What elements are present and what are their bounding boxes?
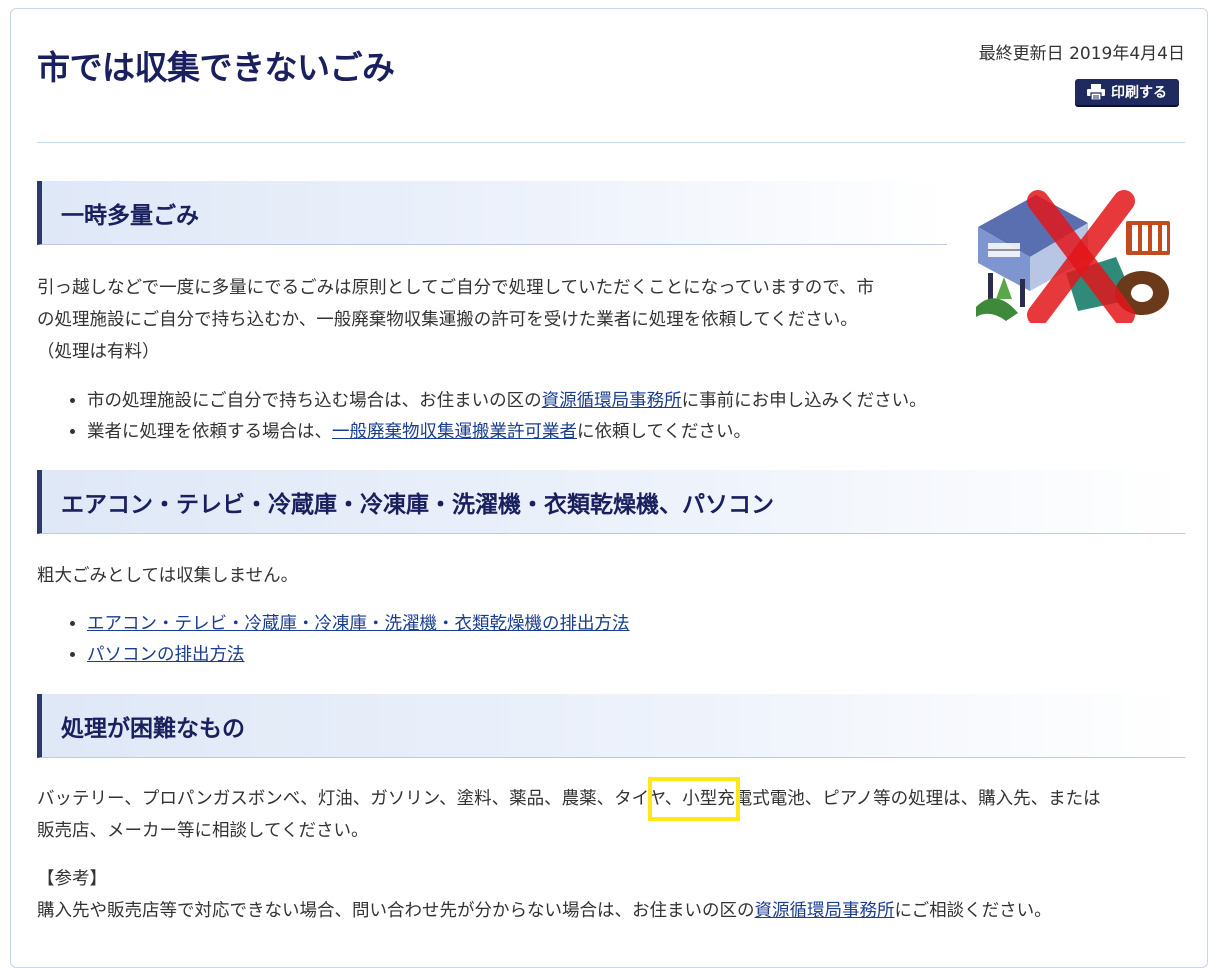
section-heading-appliances: エアコン・テレビ・冷蔵庫・冷凍庫・洗濯機・衣類乾燥機、パソコン — [37, 470, 1185, 534]
last-updated: 最終更新日 2019年4月4日 — [978, 44, 1185, 64]
paragraph-line: 引っ越しなどで一度に多量にでるごみは原則としてご自分で処理していただくことになっ… — [37, 278, 875, 298]
print-label: 印刷する — [1111, 85, 1167, 101]
paragraph-line: 販売店、メーカー等に相談してください。 — [37, 821, 369, 841]
appliances-list: エアコン・テレビ・冷蔵庫・冷凍庫・洗濯機・衣類乾燥機の排出方法 パソコンの排出方… — [37, 609, 630, 671]
list-item-text: 業者に処理を依頼する場合は、 — [87, 422, 332, 442]
section-heading-text: 一時多量ごみ — [61, 202, 199, 229]
section-heading-bulk-waste: 一時多量ごみ — [37, 181, 947, 245]
paragraph-text: 購入先や販売店等で対応できない場合、問い合わせ先が分からない場合は、お住まいの区… — [37, 901, 755, 921]
highlight-box — [648, 777, 740, 821]
list-item: 市の処理施設にご自分で持ち込む場合は、お住まいの区の資源循環局事務所に事前にお申… — [87, 386, 927, 417]
list-item: 業者に処理を依頼する場合は、一般廃棄物収集運搬業許可業者に依頼してください。 — [87, 417, 927, 448]
paragraph-text: バッテリー、プロパンガスボンベ、灯油、ガソリン、塗料、薬品、農薬、 — [37, 789, 615, 809]
bulk-waste-list: 市の処理施設にご自分で持ち込む場合は、お住まいの区の資源循環局事務所に事前にお申… — [37, 386, 927, 448]
list-item-text: に依頼してください。 — [577, 422, 751, 442]
paragraph-line: （処理は有料） — [37, 342, 160, 362]
printer-icon — [1087, 84, 1105, 100]
reference-paragraph: 購入先や販売店等で対応できない場合、問い合わせ先が分からない場合は、お住まいの区… — [37, 895, 1052, 927]
section-heading-difficult-items: 処理が困難なもの — [37, 694, 1185, 758]
reference-label: 【参考】 — [37, 869, 107, 889]
link-appliance-disposal[interactable]: エアコン・テレビ・冷蔵庫・冷凍庫・洗濯機・衣類乾燥機の排出方法 — [87, 614, 630, 634]
bulk-waste-paragraph: 引っ越しなどで一度に多量にでるごみは原則としてご自分で処理していただくことになっ… — [37, 272, 947, 368]
section-heading-text: エアコン・テレビ・冷蔵庫・冷凍庫・洗濯機・衣類乾燥機、パソコン — [61, 491, 774, 518]
print-button[interactable]: 印刷する — [1075, 79, 1179, 105]
content-frame: 市では収集できないごみ 最終更新日 2019年4月4日 印刷する 一時多量ごみ — [10, 8, 1208, 968]
link-pc-disposal[interactable]: パソコンの排出方法 — [87, 645, 245, 665]
list-item-text: 市の処理施設にご自分で持ち込む場合は、お住まいの区の — [87, 391, 542, 411]
paragraph-text: 小型充電式電池、ピアノ等の処理は、購入先、または — [682, 789, 1101, 809]
link-resource-recycling-office[interactable]: 資源循環局事務所 — [542, 391, 682, 411]
paragraph-line: バッテリー、プロパンガスボンベ、灯油、ガソリン、塗料、薬品、農薬、タイヤ、小型充… — [37, 783, 1185, 815]
difficult-items-paragraph: バッテリー、プロパンガスボンベ、灯油、ガソリン、塗料、薬品、農薬、タイヤ、小型充… — [37, 783, 1185, 847]
paragraph-line: の処理施設にご自分で持ち込むか、一般廃棄物収集運搬の許可を受けた業者に処理を依頼… — [37, 310, 858, 330]
no-bulky-items-icon — [966, 187, 1176, 326]
title-divider — [37, 142, 1185, 143]
link-licensed-collectors[interactable]: 一般廃棄物収集運搬業許可業者 — [332, 422, 577, 442]
list-item: エアコン・テレビ・冷蔵庫・冷凍庫・洗濯機・衣類乾燥機の排出方法 — [87, 609, 630, 640]
list-item: パソコンの排出方法 — [87, 640, 630, 671]
list-item-text: に事前にお申し込みください。 — [681, 391, 927, 411]
paragraph-text: にご相談ください。 — [894, 901, 1052, 921]
appliances-paragraph: 粗大ごみとしては収集しません。 — [37, 566, 299, 586]
section-heading-text: 処理が困難なもの — [61, 715, 245, 742]
page-title: 市では収集できないごみ — [37, 48, 395, 87]
link-resource-recycling-office[interactable]: 資源循環局事務所 — [755, 901, 895, 921]
